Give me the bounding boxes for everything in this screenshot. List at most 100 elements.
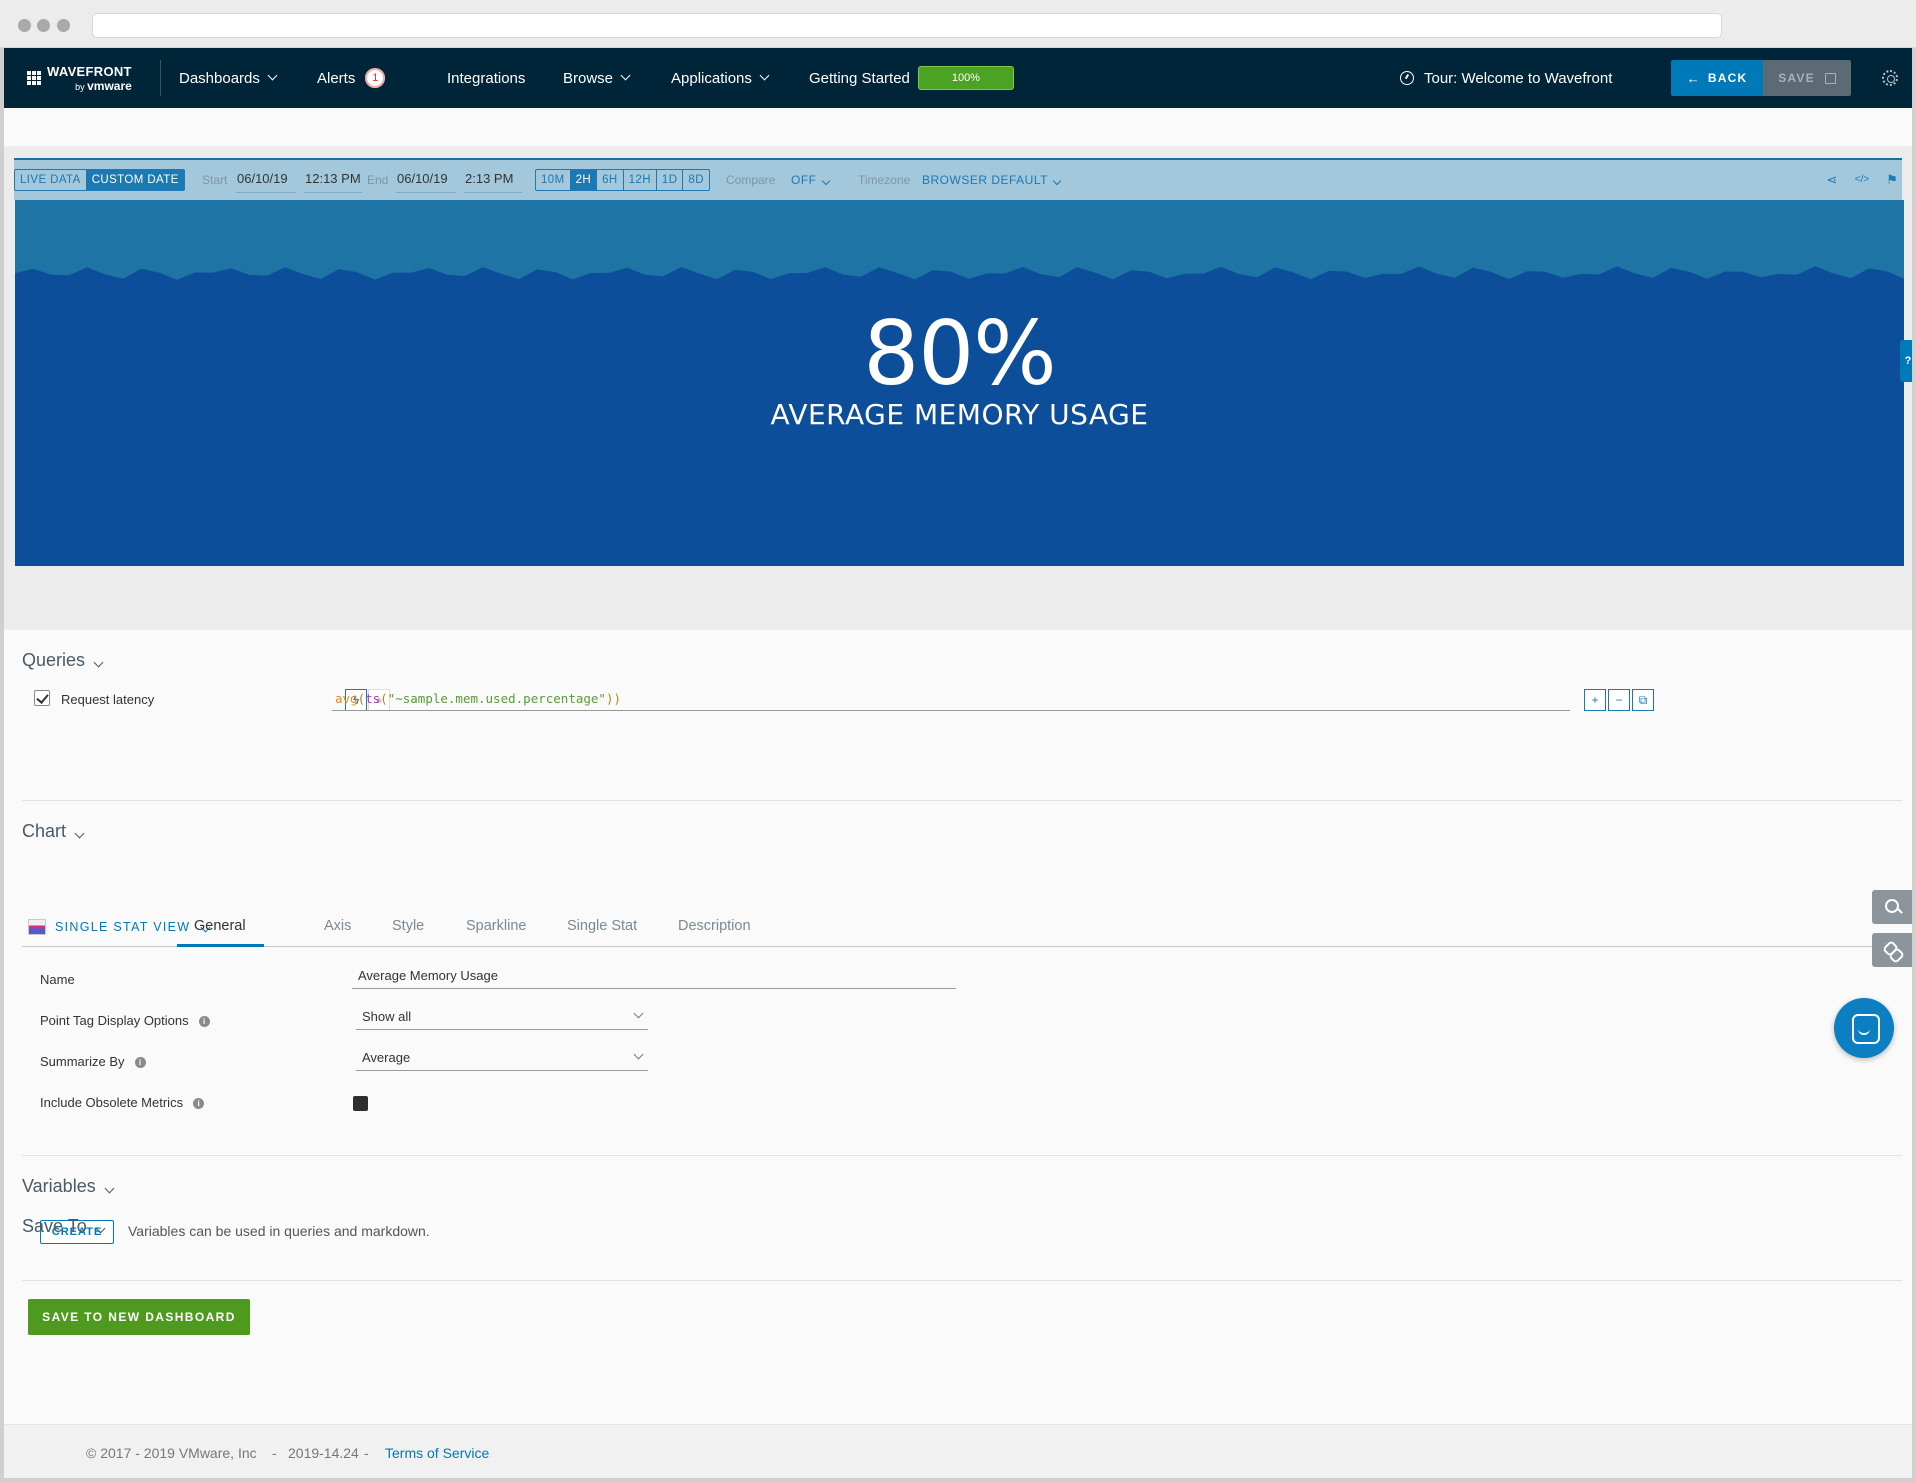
nav-integrations[interactable]: Integrations bbox=[447, 48, 525, 108]
chevron-down-icon bbox=[104, 1183, 115, 1194]
stat-value: 80% bbox=[863, 302, 1057, 405]
embed-code-icon[interactable]: </> bbox=[1854, 172, 1870, 188]
nav-divider bbox=[160, 60, 161, 96]
chart-type-value: SINGLE STAT VIEW bbox=[55, 920, 191, 934]
gear-icon[interactable] bbox=[1882, 70, 1898, 86]
logo-by: by bbox=[75, 81, 85, 92]
query-input[interactable]: avg(ts("~sample.mem.used.percentage")) bbox=[332, 689, 1570, 711]
window-maximize-dot[interactable] bbox=[57, 19, 70, 32]
point-tag-label-text: Point Tag Display Options bbox=[40, 1013, 189, 1028]
query-enabled-checkbox[interactable] bbox=[34, 690, 50, 706]
nav-browse[interactable]: Browse bbox=[563, 48, 631, 108]
nav-browse-label: Browse bbox=[563, 69, 614, 87]
chart-section-toggle[interactable]: Chart bbox=[22, 821, 85, 842]
query-expr-paren-2: ( bbox=[380, 691, 388, 706]
address-bar[interactable] bbox=[92, 13, 1722, 38]
tab-axis[interactable]: Axis bbox=[324, 918, 351, 934]
end-time-field[interactable]: 2:13 PM bbox=[464, 169, 522, 193]
getting-started-progress: 100% bbox=[917, 66, 1014, 90]
nav-getting-started[interactable]: Getting Started 100% bbox=[809, 48, 1014, 108]
point-tag-value: Show all bbox=[362, 1009, 412, 1024]
footer-copyright: © 2017 - 2019 VMware, Inc bbox=[86, 1445, 257, 1461]
footer: © 2017 - 2019 VMware, Inc - 2019-14.24 -… bbox=[4, 1424, 1912, 1478]
range-option-2h[interactable]: 2H bbox=[570, 170, 598, 190]
window-close-dot[interactable] bbox=[18, 19, 31, 32]
timezone-dropdown[interactable]: BROWSER DEFAULT bbox=[922, 173, 1062, 187]
nav-applications[interactable]: Applications bbox=[671, 48, 770, 108]
variables-title: Variables bbox=[22, 1176, 96, 1196]
tab-description[interactable]: Description bbox=[678, 918, 751, 934]
chart-area: LIVE DATA CUSTOM DATE Start 06/10/19 12:… bbox=[4, 146, 1912, 630]
tab-general[interactable]: General bbox=[194, 918, 246, 934]
info-icon[interactable]: i bbox=[198, 1016, 210, 1027]
logo-vmware: vmware bbox=[87, 78, 132, 93]
footer-version: 2019-14.24 bbox=[288, 1445, 359, 1461]
info-icon[interactable]: i bbox=[193, 1098, 205, 1109]
share-icon[interactable]: ⋖ bbox=[1824, 172, 1840, 188]
tab-sparkline[interactable]: Sparkline bbox=[466, 918, 526, 934]
back-button[interactable]: ← BACK bbox=[1671, 60, 1763, 96]
variables-section-toggle[interactable]: Variables bbox=[22, 1176, 115, 1197]
save-button[interactable]: SAVE bbox=[1763, 60, 1851, 96]
tab-style[interactable]: Style bbox=[392, 918, 424, 934]
stat-label: AVERAGE MEMORY USAGE bbox=[770, 398, 1149, 431]
range-option-8d[interactable]: 8D bbox=[683, 170, 709, 190]
summarize-select[interactable]: Average bbox=[356, 1047, 648, 1071]
link-icon[interactable] bbox=[1872, 933, 1912, 967]
end-date-field[interactable]: 06/10/19 bbox=[396, 169, 456, 193]
browser-chrome bbox=[0, 0, 1916, 48]
chat-icon[interactable] bbox=[1834, 998, 1894, 1058]
search-icon[interactable] bbox=[1872, 890, 1912, 924]
chart-name-input[interactable]: Average Memory Usage bbox=[352, 965, 956, 989]
range-option-12h[interactable]: 12H bbox=[624, 170, 657, 190]
wavefront-logo-icon bbox=[27, 71, 41, 85]
remove-query-button[interactable]: − bbox=[1608, 689, 1630, 711]
timezone-value: BROWSER DEFAULT bbox=[922, 173, 1048, 187]
chevron-down-icon bbox=[74, 828, 85, 839]
chevron-down-icon bbox=[93, 657, 104, 668]
flag-icon[interactable]: ⚑ bbox=[1884, 172, 1900, 188]
clone-query-button[interactable]: ⧉ bbox=[1632, 689, 1654, 711]
nav-getting-started-label: Getting Started bbox=[809, 69, 910, 87]
custom-date-button[interactable]: CUSTOM DATE bbox=[86, 170, 184, 190]
save-to-section-toggle[interactable]: Save To bbox=[22, 1216, 106, 1237]
live-data-button[interactable]: LIVE DATA bbox=[15, 170, 87, 190]
single-stat-panel: 80% AVERAGE MEMORY USAGE bbox=[15, 200, 1904, 566]
wavefront-logo[interactable]: WAVEFRONT by vmware bbox=[27, 48, 132, 108]
range-option-6h[interactable]: 6H bbox=[597, 170, 624, 190]
start-time-field[interactable]: 12:13 PM bbox=[304, 169, 362, 193]
chart-type-dropdown[interactable]: SINGLE STAT VIEW bbox=[55, 920, 211, 934]
point-tag-select[interactable]: Show all bbox=[356, 1006, 648, 1030]
compare-dropdown[interactable]: OFF bbox=[791, 173, 830, 187]
save-to-new-dashboard-button[interactable]: SAVE TO NEW DASHBOARD bbox=[28, 1299, 250, 1335]
compare-label: Compare bbox=[726, 173, 776, 187]
compare-value: OFF bbox=[791, 173, 817, 187]
info-icon[interactable]: i bbox=[134, 1057, 146, 1068]
nav-dashboards[interactable]: Dashboards bbox=[179, 48, 278, 108]
range-option-10m[interactable]: 10M bbox=[536, 170, 571, 190]
tour-link[interactable]: Tour: Welcome to Wavefront bbox=[1400, 48, 1612, 108]
chevron-down-icon bbox=[620, 70, 631, 81]
point-tag-label: Point Tag Display Options i bbox=[40, 1013, 210, 1028]
tour-label: Tour: Welcome to Wavefront bbox=[1424, 69, 1613, 87]
top-nav: WAVEFRONT by vmware Dashboards Alerts 1 I… bbox=[4, 48, 1912, 108]
end-label: End bbox=[367, 173, 389, 187]
terms-of-service-link[interactable]: Terms of Service bbox=[385, 1445, 489, 1461]
section-divider bbox=[22, 1155, 1902, 1156]
nav-alerts[interactable]: Alerts 1 bbox=[317, 48, 386, 108]
time-bar: LIVE DATA CUSTOM DATE Start 06/10/19 12:… bbox=[14, 158, 1902, 200]
include-obsolete-checkbox[interactable] bbox=[353, 1096, 368, 1111]
help-tab[interactable]: ? bbox=[1900, 340, 1912, 382]
window-minimize-dot[interactable] bbox=[37, 19, 50, 32]
footer-separator: - bbox=[364, 1445, 369, 1461]
start-date-field[interactable]: 06/10/19 bbox=[236, 169, 296, 193]
back-button-label: BACK bbox=[1707, 71, 1748, 85]
timezone-label: Timezone bbox=[858, 173, 911, 187]
query-expr-paren: ( bbox=[357, 691, 366, 706]
summarize-label: Summarize By i bbox=[40, 1054, 146, 1069]
add-query-button[interactable]: + bbox=[1584, 689, 1606, 711]
tab-single-stat[interactable]: Single Stat bbox=[567, 918, 637, 934]
queries-section-toggle[interactable]: Queries bbox=[22, 650, 104, 671]
range-option-1d[interactable]: 1D bbox=[657, 170, 684, 190]
active-tab-indicator bbox=[177, 944, 264, 947]
